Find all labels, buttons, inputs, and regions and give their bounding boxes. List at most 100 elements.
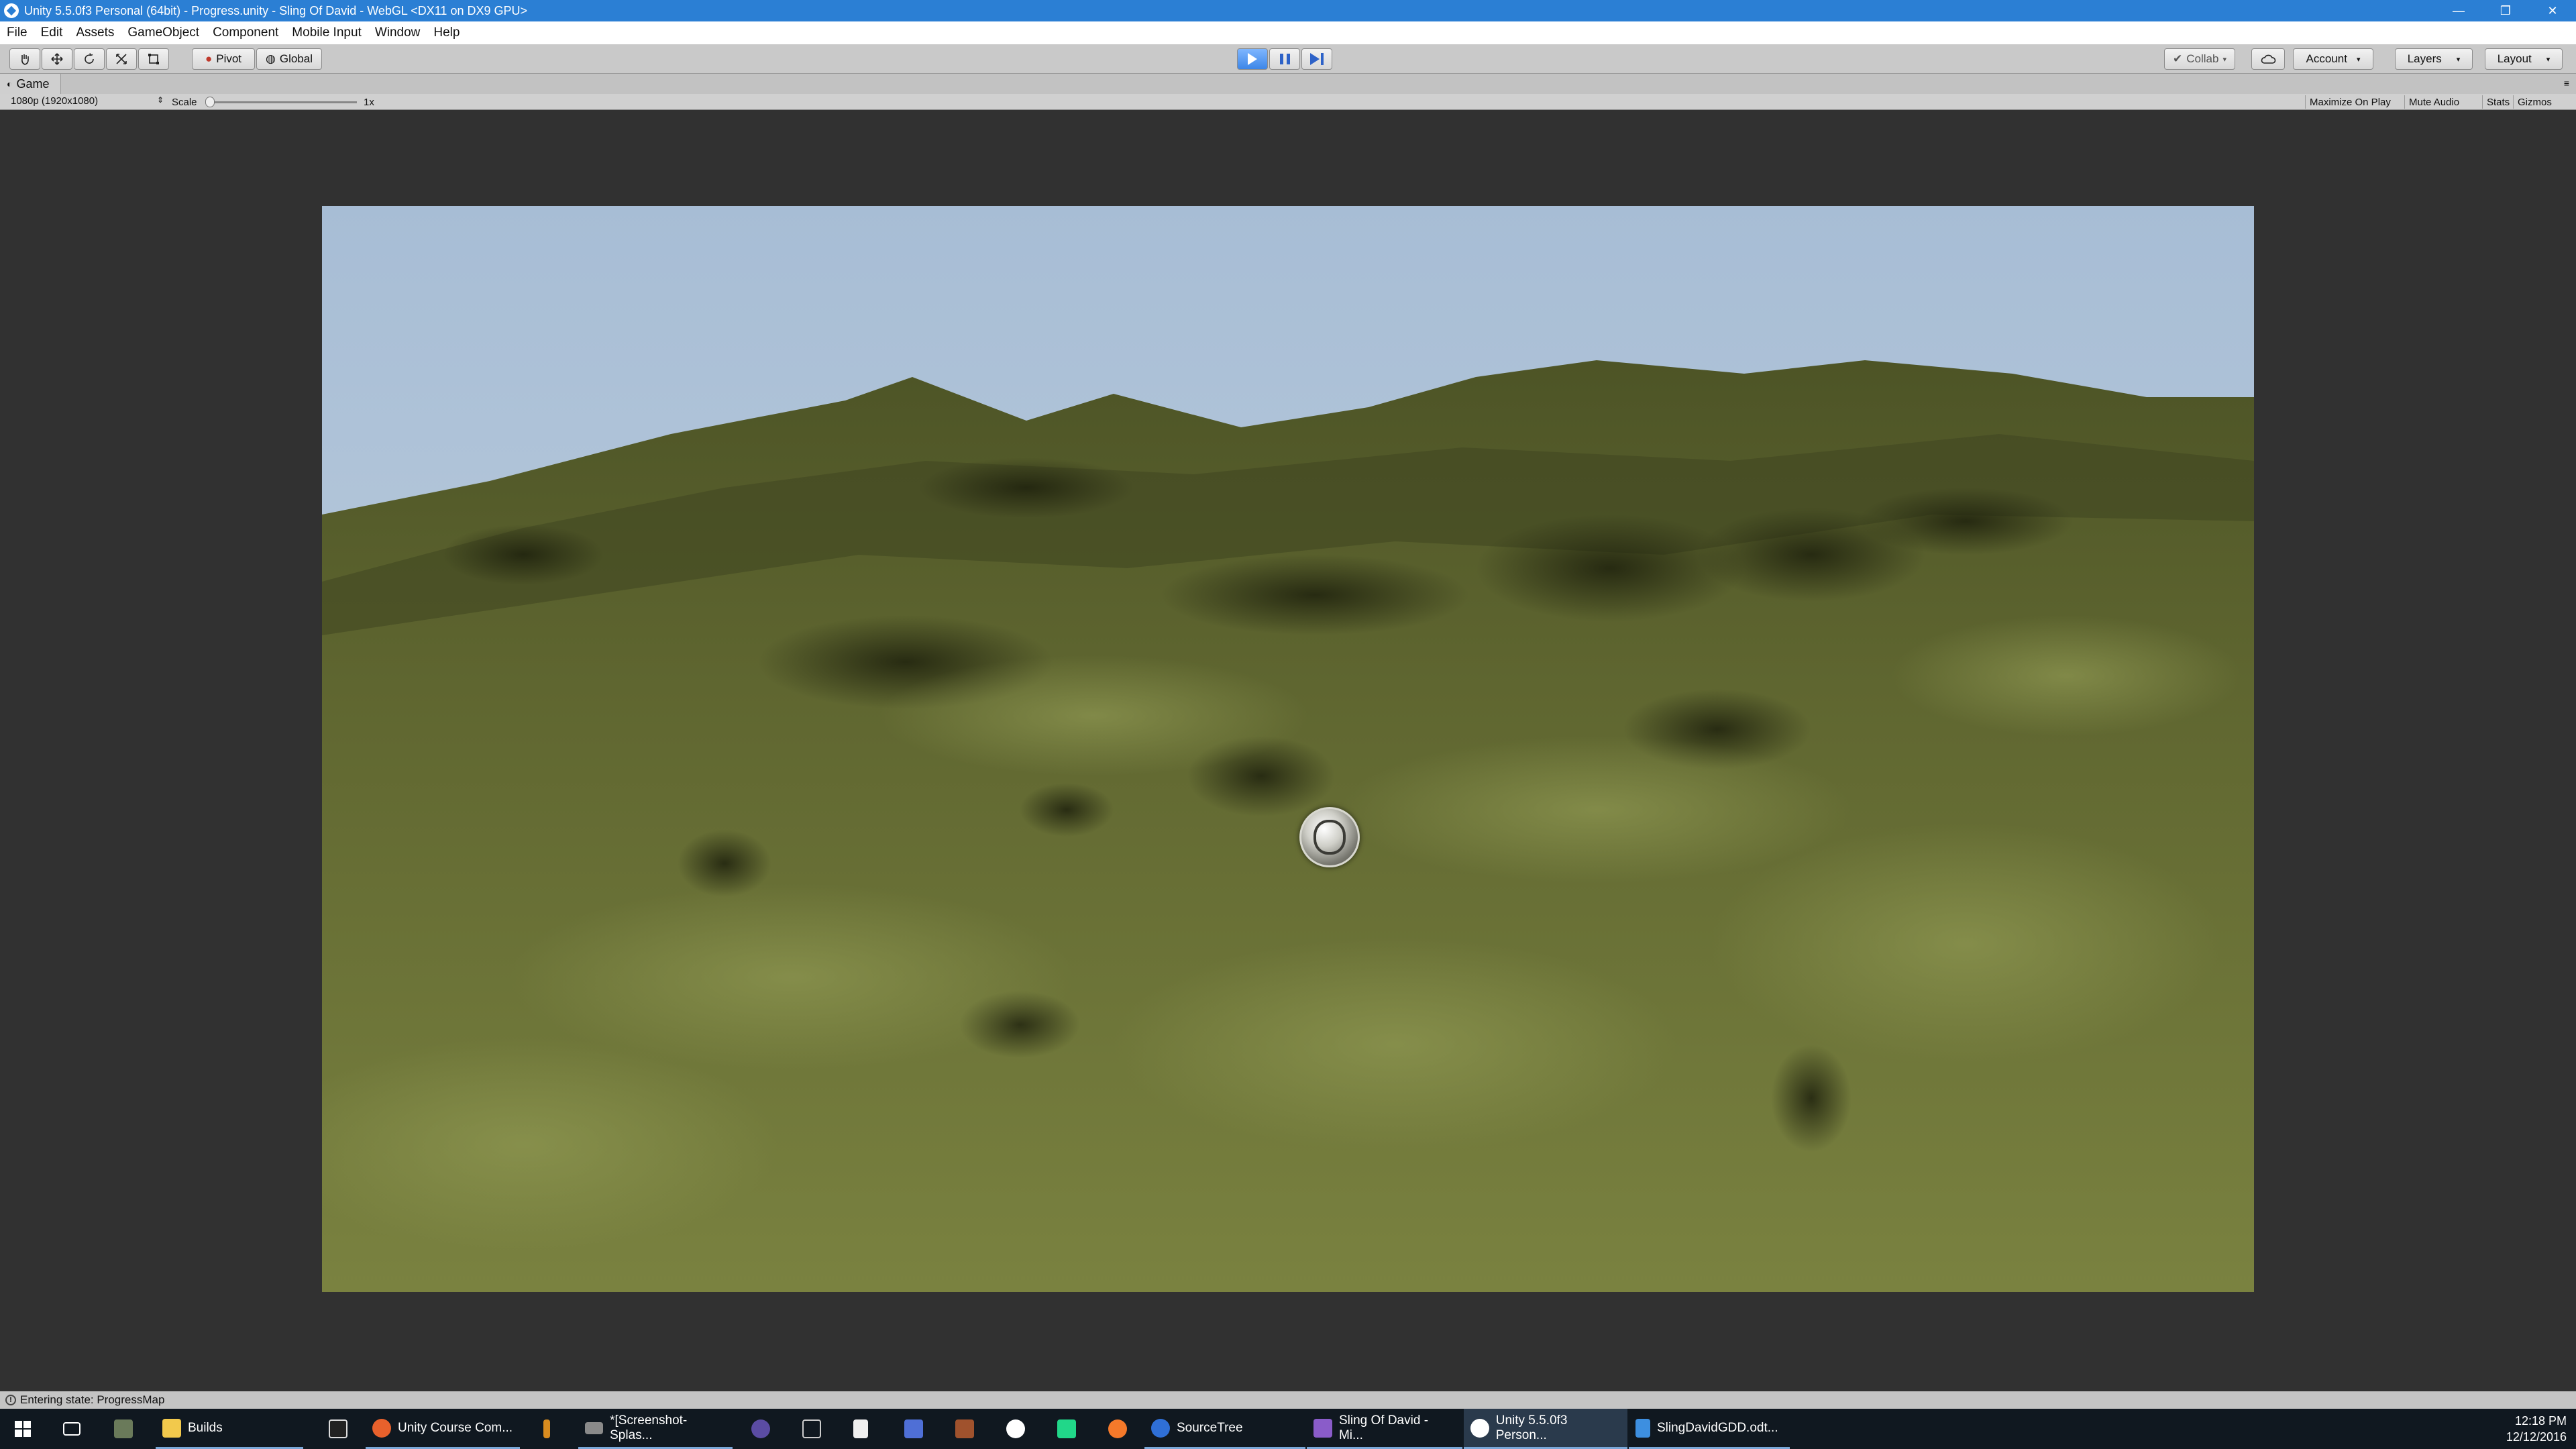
taskbar-sourcetree[interactable]: SourceTree (1144, 1409, 1305, 1449)
layout-dropdown[interactable]: Layout ▾ (2485, 48, 2563, 70)
window-title-bar: Unity 5.5.0f3 Personal (64bit) - Progres… (0, 0, 2576, 21)
task-view-button[interactable] (56, 1409, 87, 1449)
taskbar-ide[interactable] (898, 1409, 930, 1449)
move-tool-button[interactable] (42, 48, 72, 70)
menu-assets[interactable]: Assets (69, 25, 121, 40)
menu-component[interactable]: Component (206, 25, 285, 40)
dropdown-arrow-icon: ▾ (2456, 55, 2461, 64)
layers-label: Layers (2407, 52, 2442, 65)
close-icon[interactable]: ✕ (2529, 0, 2576, 21)
taskbar-photo-app[interactable] (107, 1409, 140, 1449)
taskbar-visual-studio[interactable]: Sling Of David - Mi... (1307, 1409, 1462, 1449)
menu-edit[interactable]: Edit (34, 25, 70, 40)
task-view-icon (63, 1422, 80, 1436)
taskbar-document[interactable] (847, 1409, 875, 1449)
cloud-button[interactable] (2251, 48, 2285, 70)
terrain-scene (322, 206, 2254, 1292)
taskbar-unity[interactable]: Unity 5.5.0f3 Person... (1464, 1409, 1627, 1449)
resolution-dropdown[interactable]: 1080p (1920x1080) (11, 95, 98, 107)
check-icon: ✔ (2173, 52, 2183, 65)
writer-icon (1635, 1418, 1650, 1438)
cloud-icon (2261, 54, 2276, 64)
menu-window[interactable]: Window (368, 25, 427, 40)
tab-game-label: Game (16, 76, 50, 91)
epic-games-icon (329, 1419, 347, 1438)
game-viewport[interactable] (322, 206, 2254, 1292)
taskbar-bottle-app[interactable] (537, 1409, 557, 1449)
menu-help[interactable]: Help (427, 25, 466, 40)
pivot-toggle-button[interactable]: ● Pivot (192, 48, 255, 70)
step-icon (1310, 53, 1324, 65)
restore-icon[interactable]: ❐ (2482, 0, 2529, 21)
archive-icon (955, 1419, 974, 1438)
taskbar-github[interactable] (1000, 1409, 1032, 1449)
hand-icon (21, 54, 29, 65)
account-label: Account (2306, 52, 2347, 65)
taskbar-writer[interactable]: SlingDavidGDD.odt... (1629, 1409, 1790, 1449)
menu-gameobject[interactable]: GameObject (121, 25, 206, 40)
window-controls: — ❐ ✕ (2435, 0, 2576, 21)
move-arrows-icon (51, 53, 63, 65)
windows-logo-icon (15, 1421, 31, 1437)
scale-tool-button[interactable] (106, 48, 137, 70)
lion-face-icon (1313, 820, 1346, 855)
clock-time: 12:18 PM (2514, 1414, 2567, 1428)
unity-logo-icon (4, 3, 19, 18)
maximize-on-play-toggle[interactable]: Maximize On Play (2305, 95, 2395, 109)
taskbar-tools[interactable] (796, 1409, 828, 1449)
system-clock[interactable]: 12:18 PM 12/12/2016 (2506, 1409, 2567, 1449)
coin-pickup (1299, 807, 1360, 867)
taskbar-blender[interactable] (1102, 1409, 1134, 1449)
image-editor-icon (585, 1421, 604, 1434)
gizmos-dropdown[interactable]: Gizmos (2513, 95, 2556, 109)
status-message[interactable]: Entering state: ProgressMap (20, 1393, 164, 1407)
hand-tool-button[interactable] (9, 48, 40, 70)
clock-date: 12/12/2016 (2506, 1430, 2567, 1444)
pivot-label: Pivot (216, 52, 242, 65)
minimize-icon[interactable]: — (2435, 0, 2482, 21)
dropdown-arrow-icon: ⇕ (157, 95, 164, 105)
dropdown-arrow-icon: ▾ (2546, 55, 2551, 64)
status-bar: ! Entering state: ProgressMap (0, 1391, 2576, 1409)
menu-bar: File Edit Assets GameObject Component Mo… (0, 21, 2576, 44)
account-dropdown[interactable]: Account ▾ (2293, 48, 2373, 70)
windows-taskbar: Builds Unity Course Com... *[Screenshot-… (0, 1409, 2576, 1449)
tab-menu-icon[interactable]: ≡ (2564, 78, 2569, 89)
taskbar-eclipse[interactable] (745, 1409, 777, 1449)
taskbar-pycharm[interactable] (1051, 1409, 1083, 1449)
taskbar-builds-label: Builds (188, 1420, 223, 1435)
mute-audio-toggle[interactable]: Mute Audio (2404, 95, 2463, 109)
bottle-icon (543, 1419, 550, 1438)
rect-tool-button[interactable] (138, 48, 169, 70)
collab-button[interactable]: ✔ Collab ▾ (2164, 48, 2235, 70)
scale-slider-track[interactable] (208, 101, 357, 103)
taskbar-image-editor[interactable]: *[Screenshot-Splas... (578, 1409, 733, 1449)
pause-button[interactable] (1269, 48, 1300, 70)
info-icon: ! (5, 1395, 16, 1405)
rotate-tool-button[interactable] (74, 48, 105, 70)
play-button[interactable] (1237, 48, 1268, 70)
scale-label: Scale (172, 97, 197, 108)
scale-slider-handle[interactable] (205, 97, 215, 107)
global-toggle-button[interactable]: ◍ Global (256, 48, 322, 70)
taskbar-builds[interactable]: Builds (156, 1409, 303, 1449)
menu-mobile-input[interactable]: Mobile Input (285, 25, 368, 40)
taskbar-epic-launcher[interactable] (322, 1409, 354, 1449)
main-toolbar: ● Pivot ◍ Global ✔ Collab ▾ Account ▾ La… (0, 44, 2576, 74)
taskbar-firefox[interactable]: Unity Course Com... (366, 1409, 520, 1449)
rect-transform-icon (148, 54, 159, 64)
scale-value: 1x (364, 97, 374, 108)
layers-dropdown[interactable]: Layers ▾ (2395, 48, 2473, 70)
tab-game[interactable]: ◐ Game (0, 74, 61, 94)
collab-label: Collab (2186, 52, 2219, 65)
eclipse-icon (751, 1419, 770, 1438)
menu-file[interactable]: File (0, 25, 34, 40)
rotate-icon (85, 53, 94, 64)
taskbar-archive[interactable] (949, 1409, 981, 1449)
pivot-icon: ● (205, 52, 213, 65)
stats-toggle[interactable]: Stats (2482, 95, 2514, 109)
game-controller-icon: ◐ (7, 78, 13, 89)
step-button[interactable] (1301, 48, 1332, 70)
start-button[interactable] (7, 1409, 39, 1449)
sourcetree-icon (1151, 1418, 1170, 1438)
